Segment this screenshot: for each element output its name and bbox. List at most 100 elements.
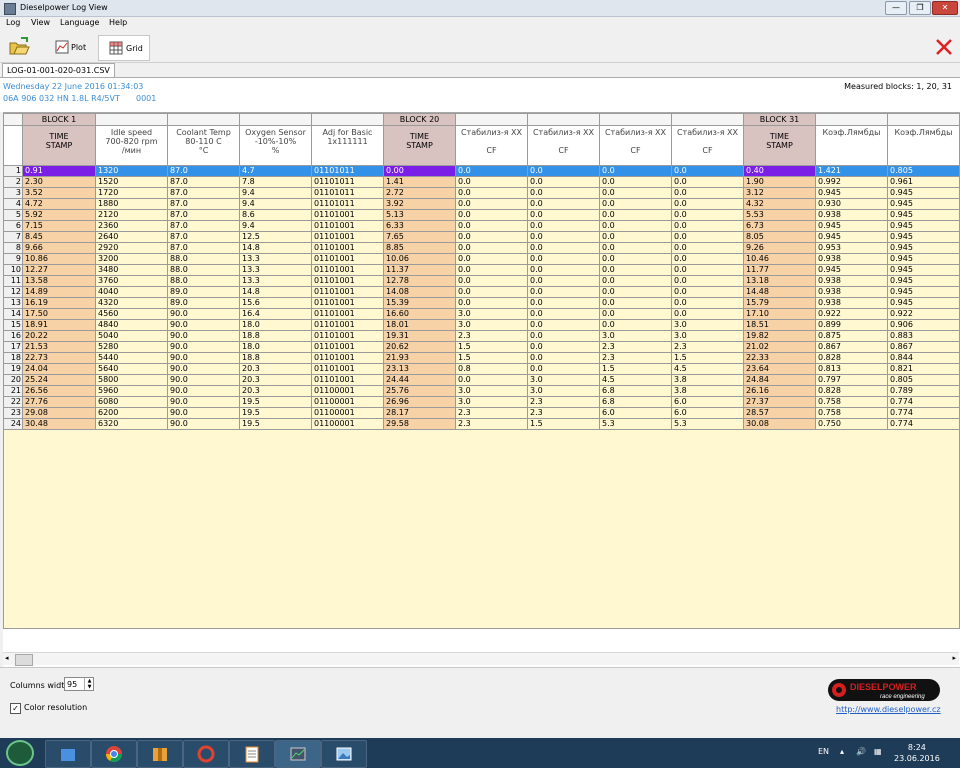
- taskbar-explorer[interactable]: [45, 740, 91, 768]
- value-cell[interactable]: 20.3: [239, 363, 312, 375]
- value-cell[interactable]: 0.945: [887, 297, 960, 309]
- table-row[interactable]: 1 0.91 1320 87.0 4.7 01101011 0.00 0.0 0.0 0.0 0.0…: [3, 165, 960, 177]
- value-cell[interactable]: 90.0: [167, 319, 240, 331]
- menu-view[interactable]: View: [31, 18, 50, 27]
- timestamp-cell[interactable]: 2.72: [383, 187, 456, 199]
- value-cell[interactable]: 01101011: [311, 165, 384, 177]
- timestamp-cell[interactable]: 11.77: [743, 264, 816, 276]
- value-cell[interactable]: 3760: [95, 275, 168, 287]
- value-cell[interactable]: 2.3: [455, 330, 528, 342]
- value-cell[interactable]: 01101011: [311, 176, 384, 188]
- value-cell[interactable]: 0.899: [815, 319, 888, 331]
- value-cell[interactable]: 0.0: [527, 187, 600, 199]
- website-link[interactable]: http://www.dieselpower.cz: [836, 705, 941, 714]
- value-cell[interactable]: 0.8: [455, 363, 528, 375]
- timestamp-cell[interactable]: 21.53: [22, 341, 96, 353]
- value-cell[interactable]: 3.0: [527, 374, 600, 386]
- value-cell[interactable]: 0.938: [815, 275, 888, 287]
- value-cell[interactable]: 20.3: [239, 385, 312, 397]
- column-header[interactable]: TIME STAMP: [22, 125, 96, 166]
- value-cell[interactable]: 6.0: [671, 407, 744, 419]
- value-cell[interactable]: 3.0: [527, 385, 600, 397]
- timestamp-cell[interactable]: 18.01: [383, 319, 456, 331]
- value-cell[interactable]: 0.945: [887, 187, 960, 199]
- value-cell[interactable]: 0.0: [455, 187, 528, 199]
- timestamp-cell[interactable]: 27.76: [22, 396, 96, 408]
- column-header[interactable]: TIME STAMP: [743, 125, 816, 166]
- table-row[interactable]: 20 25.24 5800 90.0 20.3 01101001 24.44 0.0 3.0 4.…: [3, 374, 960, 386]
- table-row[interactable]: 4 4.72 1880 87.0 9.4 01101011 3.92 0.0 0.0 0.0 0.0…: [3, 198, 960, 210]
- value-cell[interactable]: 01101001: [311, 341, 384, 353]
- value-cell[interactable]: 0.0: [527, 308, 600, 320]
- value-cell[interactable]: 0.945: [887, 220, 960, 232]
- value-cell[interactable]: 0.0: [455, 242, 528, 254]
- value-cell[interactable]: 16.4: [239, 308, 312, 320]
- value-cell[interactable]: 01100001: [311, 385, 384, 397]
- value-cell[interactable]: 0.0: [527, 286, 600, 298]
- value-cell[interactable]: 89.0: [167, 297, 240, 309]
- value-cell[interactable]: 0.945: [887, 231, 960, 243]
- value-cell[interactable]: 0.0: [671, 165, 744, 177]
- value-cell[interactable]: 3.0: [455, 319, 528, 331]
- scroll-left-icon[interactable]: ◂: [5, 654, 9, 662]
- value-cell[interactable]: 90.0: [167, 352, 240, 364]
- timestamp-cell[interactable]: 16.19: [22, 297, 96, 309]
- taskbar-chrome[interactable]: [91, 740, 137, 768]
- value-cell[interactable]: 2.3: [455, 407, 528, 419]
- value-cell[interactable]: 13.3: [239, 264, 312, 276]
- value-cell[interactable]: 0.867: [815, 341, 888, 353]
- value-cell[interactable]: 3480: [95, 264, 168, 276]
- timestamp-cell[interactable]: 24.84: [743, 374, 816, 386]
- value-cell[interactable]: 88.0: [167, 275, 240, 287]
- timestamp-cell[interactable]: 13.58: [22, 275, 96, 287]
- value-cell[interactable]: 1880: [95, 198, 168, 210]
- value-cell[interactable]: 0.922: [815, 308, 888, 320]
- value-cell[interactable]: 90.0: [167, 374, 240, 386]
- value-cell[interactable]: 0.938: [815, 209, 888, 221]
- value-cell[interactable]: 87.0: [167, 231, 240, 243]
- value-cell[interactable]: 0.0: [599, 253, 672, 265]
- value-cell[interactable]: 0.0: [455, 198, 528, 210]
- value-cell[interactable]: 01101001: [311, 231, 384, 243]
- table-row[interactable]: 11 13.58 3760 88.0 13.3 01101001 12.78 0.0 0.0 0.…: [3, 275, 960, 287]
- table-row[interactable]: 5 5.92 2120 87.0 8.6 01101001 5.13 0.0 0.0 0.0 0.0…: [3, 209, 960, 221]
- value-cell[interactable]: 89.0: [167, 286, 240, 298]
- language-indicator[interactable]: EN: [818, 747, 829, 756]
- value-cell[interactable]: 19.5: [239, 418, 312, 430]
- timestamp-cell[interactable]: 9.26: [743, 242, 816, 254]
- value-cell[interactable]: 6.0: [599, 407, 672, 419]
- value-cell[interactable]: 18.0: [239, 319, 312, 331]
- value-cell[interactable]: 0.750: [815, 418, 888, 430]
- value-cell[interactable]: 0.0: [599, 187, 672, 199]
- table-row[interactable]: 8 9.66 2920 87.0 14.8 01101001 8.85 0.0 0.0 0.0 0.…: [3, 242, 960, 254]
- value-cell[interactable]: 5040: [95, 330, 168, 342]
- value-cell[interactable]: 0.0: [455, 176, 528, 188]
- value-cell[interactable]: 0.0: [527, 275, 600, 287]
- value-cell[interactable]: 01101001: [311, 297, 384, 309]
- value-cell[interactable]: 20.3: [239, 374, 312, 386]
- value-cell[interactable]: 5640: [95, 363, 168, 375]
- value-cell[interactable]: 9.4: [239, 198, 312, 210]
- value-cell[interactable]: 0.875: [815, 330, 888, 342]
- value-cell[interactable]: 3.0: [455, 396, 528, 408]
- value-cell[interactable]: 0.0: [671, 286, 744, 298]
- value-cell[interactable]: 0.0: [671, 253, 744, 265]
- timestamp-cell[interactable]: 22.73: [22, 352, 96, 364]
- value-cell[interactable]: 0.938: [815, 286, 888, 298]
- value-cell[interactable]: 01101001: [311, 319, 384, 331]
- value-cell[interactable]: 01101001: [311, 242, 384, 254]
- value-cell[interactable]: 0.992: [815, 176, 888, 188]
- value-cell[interactable]: 0.0: [671, 242, 744, 254]
- timestamp-cell[interactable]: 5.92: [22, 209, 96, 221]
- value-cell[interactable]: 01101001: [311, 275, 384, 287]
- value-cell[interactable]: 8.6: [239, 209, 312, 221]
- table-row[interactable]: 9 10.86 3200 88.0 13.3 01101001 10.06 0.0 0.0 0.0…: [3, 253, 960, 265]
- value-cell[interactable]: 5440: [95, 352, 168, 364]
- timestamp-cell[interactable]: 21.02: [743, 341, 816, 353]
- value-cell[interactable]: 0.0: [455, 264, 528, 276]
- value-cell[interactable]: 9.4: [239, 220, 312, 232]
- open-folder-button[interactable]: [8, 35, 30, 59]
- timestamp-cell[interactable]: 17.50: [22, 308, 96, 320]
- value-cell[interactable]: 18.8: [239, 352, 312, 364]
- timestamp-cell[interactable]: 10.86: [22, 253, 96, 265]
